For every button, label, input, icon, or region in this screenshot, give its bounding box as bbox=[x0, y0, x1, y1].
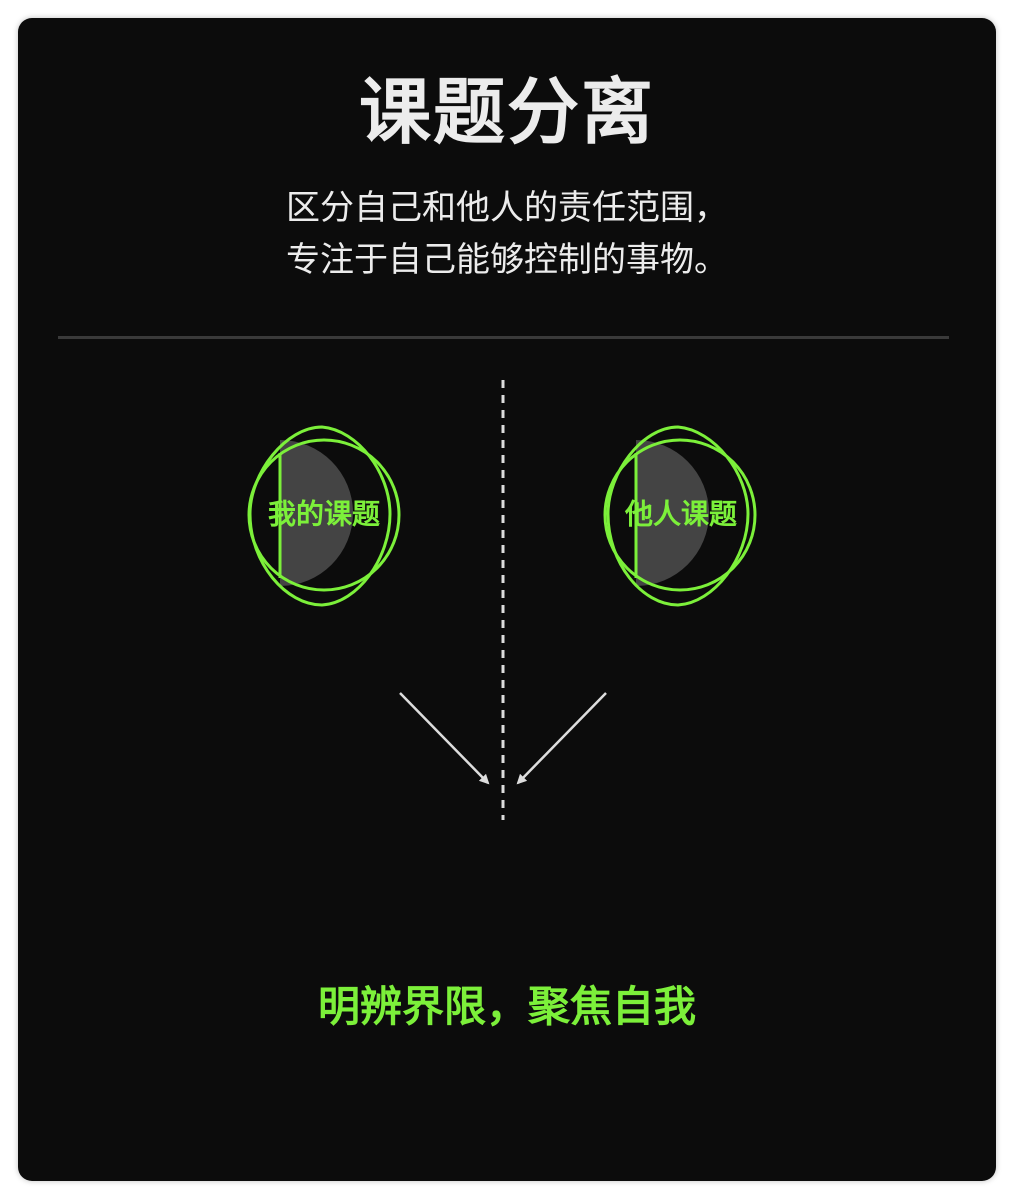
my-task-node: 我的课题 bbox=[247, 425, 401, 607]
card: 课题分离 区分自己和他人的责任范围， 专注于自己能够控制的事物。 我的课题 他人… bbox=[18, 18, 996, 1181]
my-task-label: 我的课题 bbox=[268, 498, 380, 531]
others-task-node: 他人课题 bbox=[603, 425, 757, 607]
others-task-label: 他人课题 bbox=[624, 498, 737, 531]
slogan: 明辨界限，聚焦自我 bbox=[317, 982, 696, 1031]
right-arrow bbox=[516, 692, 607, 785]
left-arrow bbox=[399, 692, 490, 785]
